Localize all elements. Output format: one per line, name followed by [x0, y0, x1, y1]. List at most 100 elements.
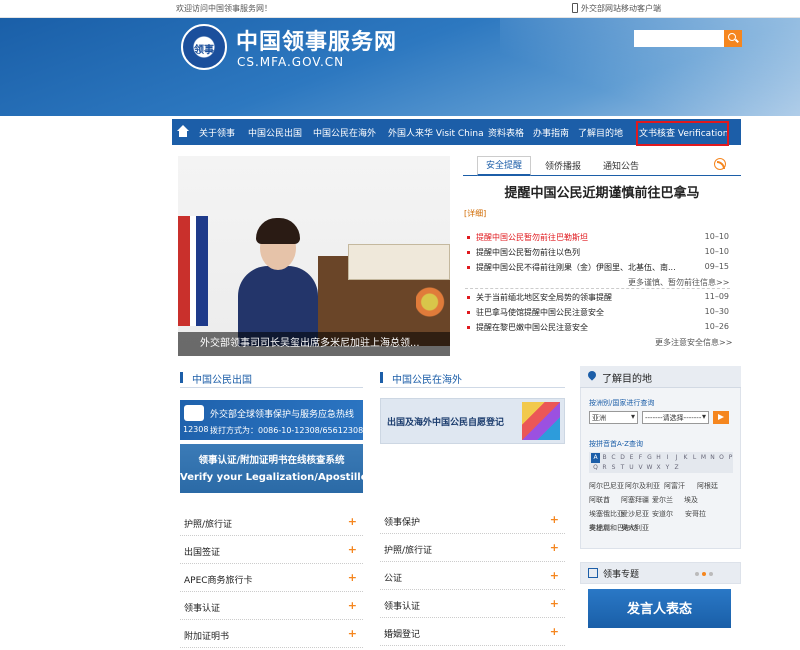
- more-link-caution[interactable]: 更多谨慎、暂勿前往信息>>: [628, 277, 729, 288]
- news-banner[interactable]: 外交部领事司司长吴玺出席多米尼加驻上海总领...: [178, 156, 450, 356]
- letter-q[interactable]: Q: [591, 463, 600, 473]
- tab-broadcast[interactable]: 领侨播报: [545, 159, 581, 172]
- country-link[interactable]: 阿尔巴尼亚: [589, 481, 624, 491]
- letter-a[interactable]: A: [591, 453, 600, 463]
- country-link[interactable]: 奥大利亚: [621, 523, 649, 533]
- logo-emblem: 领事: [194, 45, 214, 56]
- list-item[interactable]: APEC商务旅行卡 +: [180, 566, 363, 592]
- list-item[interactable]: 领事认证 +: [380, 592, 565, 618]
- rss-icon[interactable]: [714, 158, 726, 170]
- carousel-dot[interactable]: [702, 572, 706, 576]
- nav-item-forms[interactable]: 资料表格: [488, 126, 524, 139]
- list-label: 附加证明书: [184, 632, 230, 642]
- letter-o[interactable]: O: [717, 453, 726, 463]
- detail-link[interactable]: [详细]: [464, 208, 486, 219]
- country-link[interactable]: 安道尔: [652, 509, 673, 519]
- news-item[interactable]: 提醒中国公民不得前往刚果（金）伊图里、北基伍、南... 09–15: [467, 262, 729, 274]
- list-item[interactable]: 护照/旅行证 +: [380, 536, 565, 562]
- outbound-service-list: 护照/旅行证 + 出国签证 + APEC商务旅行卡 + 领事认证 + 附加证明书 +: [180, 510, 363, 650]
- nav-item-outbound[interactable]: 中国公民出国: [248, 126, 302, 139]
- region-select[interactable]: 亚洲: [589, 411, 638, 424]
- section-header-overseas: 中国公民在海外: [380, 370, 565, 388]
- legalization-banner[interactable]: 领事认证/附加证明书在线核查系统 Verify your Legalizatio…: [180, 444, 368, 493]
- letter-l[interactable]: L: [690, 453, 699, 463]
- country-link[interactable]: 埃塞俄比亚: [589, 509, 624, 519]
- registration-illustration: [522, 402, 560, 440]
- country-link[interactable]: 阿尔及利亚: [625, 481, 660, 491]
- nav-item-visit-china[interactable]: 外国人来华 Visit China: [388, 126, 484, 139]
- mobile-client-link[interactable]: 外交部网站移动客户端: [572, 3, 661, 14]
- list-label: 领事保护: [384, 518, 421, 528]
- letter-z[interactable]: Z: [672, 463, 681, 473]
- banner-caption[interactable]: 外交部领事司司长吴玺出席多米尼加驻上海总领...: [178, 332, 450, 356]
- site-title[interactable]: 中国领事服务网: [236, 24, 397, 56]
- news-date: 10–30: [704, 307, 729, 316]
- country-link[interactable]: 安哥拉: [685, 509, 706, 519]
- tab-announcement[interactable]: 通知公告: [603, 159, 639, 172]
- letter-s[interactable]: S: [609, 463, 618, 473]
- letter-n[interactable]: N: [708, 453, 717, 463]
- country-link[interactable]: 阿根廷: [697, 481, 718, 491]
- letter-e[interactable]: E: [627, 453, 636, 463]
- go-button[interactable]: [713, 411, 729, 424]
- carousel-dot[interactable]: [695, 572, 699, 576]
- country-link[interactable]: 阿富汗: [664, 481, 685, 491]
- letter-j[interactable]: J: [672, 453, 681, 463]
- letter-d[interactable]: D: [618, 453, 627, 463]
- letter-w[interactable]: W: [645, 463, 654, 473]
- nav-item-destination[interactable]: 了解目的地: [578, 126, 623, 139]
- letter-v[interactable]: V: [636, 463, 645, 473]
- letter-k[interactable]: K: [681, 453, 690, 463]
- nav-item-guide[interactable]: 办事指南: [533, 126, 569, 139]
- letter-r[interactable]: R: [600, 463, 609, 473]
- country-link[interactable]: 阿联酋: [589, 495, 610, 505]
- list-item[interactable]: 护照/旅行证 +: [180, 510, 363, 536]
- country-select[interactable]: -------请选择-------: [642, 411, 709, 424]
- hotline-banner[interactable]: 外交部全球领事保护与服务应急热线 12308 拨打方式为：0086-10-123…: [180, 400, 363, 440]
- letter-h[interactable]: H: [654, 453, 663, 463]
- letter-i[interactable]: I: [663, 453, 672, 463]
- site-logo[interactable]: 领事: [181, 24, 227, 70]
- list-item[interactable]: 领事认证 +: [180, 594, 363, 620]
- news-item[interactable]: 驻巴拿马使馆提醒中国公民注意安全 10–30: [467, 307, 729, 319]
- nav-item-about[interactable]: 关于领事: [199, 126, 235, 139]
- spokesperson-banner[interactable]: 发言人表态: [588, 589, 731, 628]
- letter-m[interactable]: M: [699, 453, 708, 463]
- notice-headline[interactable]: 提醒中国公民近期谨慎前往巴拿马: [463, 182, 741, 201]
- letter-x[interactable]: X: [654, 463, 663, 473]
- plus-icon: +: [549, 625, 559, 638]
- home-icon[interactable]: [177, 125, 189, 137]
- letter-y[interactable]: Y: [663, 463, 672, 473]
- list-item[interactable]: 婚姻登记 +: [380, 620, 565, 646]
- country-link[interactable]: 奥地利: [589, 523, 610, 533]
- news-item[interactable]: 提醒中国公民暂勿前往以色列 10–10: [467, 247, 729, 259]
- search-input[interactable]: [634, 30, 724, 47]
- tab-safety[interactable]: 安全提醒: [477, 156, 532, 176]
- list-item[interactable]: 附加证明书 +: [180, 622, 363, 648]
- letter-f[interactable]: F: [636, 453, 645, 463]
- news-item[interactable]: 提醒中国公民暂勿前往巴勒斯坦 10–10: [467, 232, 729, 244]
- letter-g[interactable]: G: [645, 453, 654, 463]
- carousel-dot[interactable]: [709, 572, 713, 576]
- letter-p[interactable]: P: [726, 453, 735, 463]
- list-item[interactable]: 领事保护 +: [380, 508, 565, 534]
- list-item[interactable]: 公证 +: [380, 564, 565, 590]
- country-link[interactable]: 阿塞拜疆: [621, 495, 649, 505]
- nav-item-overseas[interactable]: 中国公民在海外: [313, 126, 376, 139]
- news-item[interactable]: 提醒在黎巴嫩中国公民注意安全 10–26: [467, 322, 729, 334]
- letter-t[interactable]: T: [618, 463, 627, 473]
- country-link[interactable]: 爱尔兰: [652, 495, 673, 505]
- letter-u[interactable]: U: [627, 463, 636, 473]
- country-link[interactable]: 埃及: [684, 495, 698, 505]
- search-button[interactable]: [724, 30, 742, 47]
- letter-c[interactable]: C: [609, 453, 618, 463]
- top-bar: 欢迎访问中国领事服务网！ 外交部网站移动客户端: [0, 0, 800, 18]
- self-registration-banner[interactable]: 出国及海外中国公民自愿登记: [380, 398, 565, 444]
- more-link-safety[interactable]: 更多注意安全信息>>: [655, 337, 732, 348]
- news-item[interactable]: 关于当前缅北地区安全局势的领事提醒 11–09: [467, 292, 729, 304]
- list-item[interactable]: 出国签证 +: [180, 538, 363, 564]
- plus-icon: +: [347, 571, 357, 584]
- section-bar: [180, 372, 183, 383]
- country-link[interactable]: 爱沙尼亚: [621, 509, 649, 519]
- letter-b[interactable]: B: [600, 453, 609, 463]
